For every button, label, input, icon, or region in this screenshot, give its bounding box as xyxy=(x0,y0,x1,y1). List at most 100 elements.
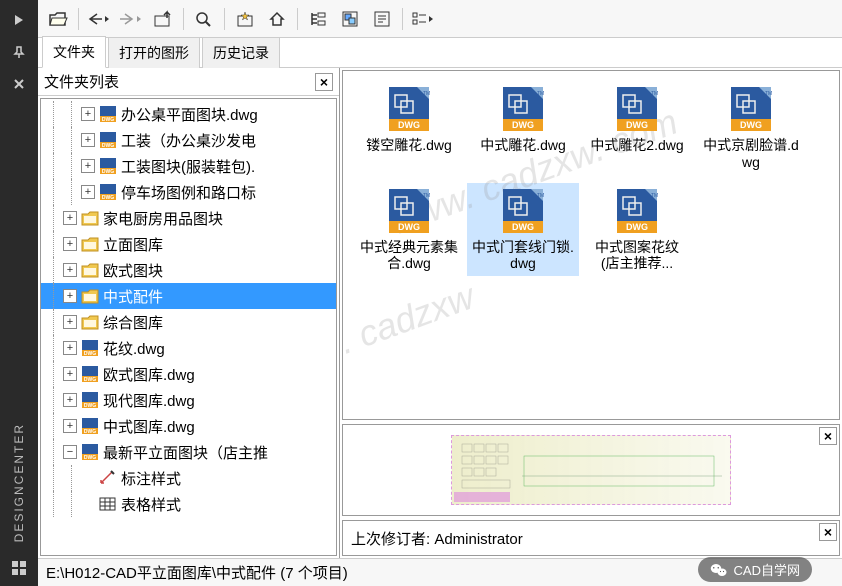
file-name: 中式雕花2.dwg xyxy=(590,137,683,154)
tree-item-label: 综合图库 xyxy=(103,312,163,333)
tree-item[interactable]: 表格样式 xyxy=(41,491,336,517)
tab-history[interactable]: 历史记录 xyxy=(202,37,280,68)
tab-folders[interactable]: 文件夹 xyxy=(42,36,106,68)
tree-item-label: 表格样式 xyxy=(121,494,181,515)
back-button[interactable] xyxy=(85,5,113,33)
tree-item[interactable]: + 工装图块(服装鞋包). xyxy=(41,153,336,179)
dwg-thumb-icon xyxy=(383,85,435,133)
tree-toggle-button[interactable] xyxy=(304,5,332,33)
file-item[interactable]: 镂空雕花.dwg xyxy=(353,81,465,175)
wechat-brand-badge: CAD自学网 xyxy=(698,557,812,582)
expand-toggle[interactable]: + xyxy=(81,159,95,173)
expand-toggle[interactable]: + xyxy=(63,393,77,407)
close-description-button[interactable]: × xyxy=(819,523,837,541)
tree-item[interactable]: + 立面图库 xyxy=(41,231,336,257)
panel-title: DESIGNCENTER xyxy=(12,423,26,542)
tree-item[interactable]: + 欧式图库.dwg xyxy=(41,361,336,387)
dwg-file-icon xyxy=(80,417,100,435)
file-item[interactable]: 中式京剧脸谱.dwg xyxy=(695,81,807,175)
grid-icon[interactable] xyxy=(9,558,29,578)
dwg-file-icon xyxy=(98,183,118,201)
preview-pane: × xyxy=(342,424,840,516)
tree-item[interactable]: + 综合图库 xyxy=(41,309,336,335)
tree-item[interactable]: 标注样式 xyxy=(41,465,336,491)
home-button[interactable] xyxy=(263,5,291,33)
tree-item-label: 家电厨房用品图块 xyxy=(103,208,223,229)
tree-item[interactable]: + 现代图库.dwg xyxy=(41,387,336,413)
description-toggle-button[interactable] xyxy=(368,5,396,33)
tree-item[interactable]: +中式配件 xyxy=(41,283,336,309)
expand-toggle[interactable]: + xyxy=(63,263,77,277)
status-path: E:\H012-CAD平立面图库\中式配件 (7 个项目) xyxy=(46,562,348,583)
tree-item-label: 工装图块(服装鞋包). xyxy=(121,156,255,177)
description-pane: 上次修订者: Administrator × xyxy=(342,520,840,556)
folder-tree-panel: 文件夹列表 × + 办公桌平面图块.dwg + 工装（办公桌沙发电 + 工装图块(服装鞋包… xyxy=(38,68,340,558)
tree-item[interactable]: + 工装（办公桌沙发电 xyxy=(41,127,336,153)
tree-item-label: 标注样式 xyxy=(121,468,181,489)
wechat-icon xyxy=(710,562,728,578)
tab-bar: 文件夹 打开的图形 历史记录 xyxy=(38,38,842,68)
forward-button[interactable] xyxy=(117,5,145,33)
expand-toggle[interactable]: + xyxy=(63,367,77,381)
dwg-thumb-icon xyxy=(725,85,777,133)
up-button[interactable] xyxy=(149,5,177,33)
view-mode-button[interactable] xyxy=(409,5,437,33)
favorites-button[interactable] xyxy=(231,5,259,33)
tree-item-label: 立面图库 xyxy=(103,234,163,255)
open-button[interactable] xyxy=(44,5,72,33)
expand-toggle[interactable]: − xyxy=(63,445,77,459)
tablestyle-icon xyxy=(98,495,118,513)
tree-item-label: 办公桌平面图块.dwg xyxy=(121,104,258,125)
tree-item[interactable]: +花纹.dwg xyxy=(41,335,336,361)
dwg-thumb-icon xyxy=(383,187,435,235)
close-preview-button[interactable]: × xyxy=(819,427,837,445)
watermark: www. cadzxw xyxy=(342,275,480,388)
file-icons-view[interactable]: www. cadzxw. com www. cadzxw 镂空雕花.dwg中式雕… xyxy=(342,70,840,420)
expand-toggle[interactable]: + xyxy=(63,315,77,329)
tree-item[interactable]: +中式图库.dwg xyxy=(41,413,336,439)
folder-icon xyxy=(80,209,100,227)
file-name: 中式雕花.dwg xyxy=(480,137,566,154)
file-name: 中式门套线门锁.dwg xyxy=(471,239,575,273)
dwg-file-icon xyxy=(98,131,118,149)
expand-toggle[interactable]: + xyxy=(63,341,77,355)
folder-tree[interactable]: + 办公桌平面图块.dwg + 工装（办公桌沙发电 + 工装图块(服装鞋包).+停车场图例… xyxy=(40,98,337,556)
pin-icon[interactable] xyxy=(9,42,29,62)
close-tree-button[interactable]: × xyxy=(315,73,333,91)
expand-toggle[interactable]: + xyxy=(63,211,77,225)
last-revised-by: 上次修订者: Administrator xyxy=(351,528,523,549)
tree-item-label: 欧式图块 xyxy=(103,260,163,281)
file-item[interactable]: 中式图案花纹 (店主推荐... xyxy=(581,183,693,277)
search-button[interactable] xyxy=(190,5,218,33)
toolbar xyxy=(38,0,842,38)
file-item[interactable]: 中式经典元素集合.dwg xyxy=(353,183,465,277)
expand-toggle[interactable]: + xyxy=(81,133,95,147)
folder-list-title: 文件夹列表 xyxy=(44,71,119,92)
tree-item[interactable]: +停车场图例和路口标 xyxy=(41,179,336,205)
tab-open-drawings[interactable]: 打开的图形 xyxy=(108,37,200,68)
dwg-file-icon xyxy=(80,365,100,383)
brand-text: CAD自学网 xyxy=(734,560,800,579)
file-name: 中式京剧脸谱.dwg xyxy=(699,137,803,171)
file-item[interactable]: 中式雕花.dwg xyxy=(467,81,579,175)
expand-toggle[interactable]: + xyxy=(81,107,95,121)
expand-toggle[interactable]: + xyxy=(63,419,77,433)
expand-toggle[interactable]: + xyxy=(63,237,77,251)
file-item[interactable]: 中式雕花2.dwg xyxy=(581,81,693,175)
tree-item-label: 现代图库.dwg xyxy=(103,390,195,411)
tree-item[interactable]: + 欧式图块 xyxy=(41,257,336,283)
tree-item[interactable]: + 办公桌平面图块.dwg xyxy=(41,101,336,127)
file-item[interactable]: 中式门套线门锁.dwg xyxy=(467,183,579,277)
tree-item-label: 工装（办公桌沙发电 xyxy=(121,130,256,151)
tree-item-label: 欧式图库.dwg xyxy=(103,364,195,385)
expand-toggle[interactable]: + xyxy=(81,185,95,199)
dwg-file-icon xyxy=(98,105,118,123)
tree-item[interactable]: −最新平立面图块（店主推 xyxy=(41,439,336,465)
arrow-right-icon[interactable] xyxy=(9,10,29,30)
preview-toggle-button[interactable] xyxy=(336,5,364,33)
close-icon[interactable] xyxy=(9,74,29,94)
tree-item[interactable]: + 家电厨房用品图块 xyxy=(41,205,336,231)
folder-icon xyxy=(80,235,100,253)
dwg-file-icon xyxy=(98,157,118,175)
expand-toggle[interactable]: + xyxy=(63,289,77,303)
